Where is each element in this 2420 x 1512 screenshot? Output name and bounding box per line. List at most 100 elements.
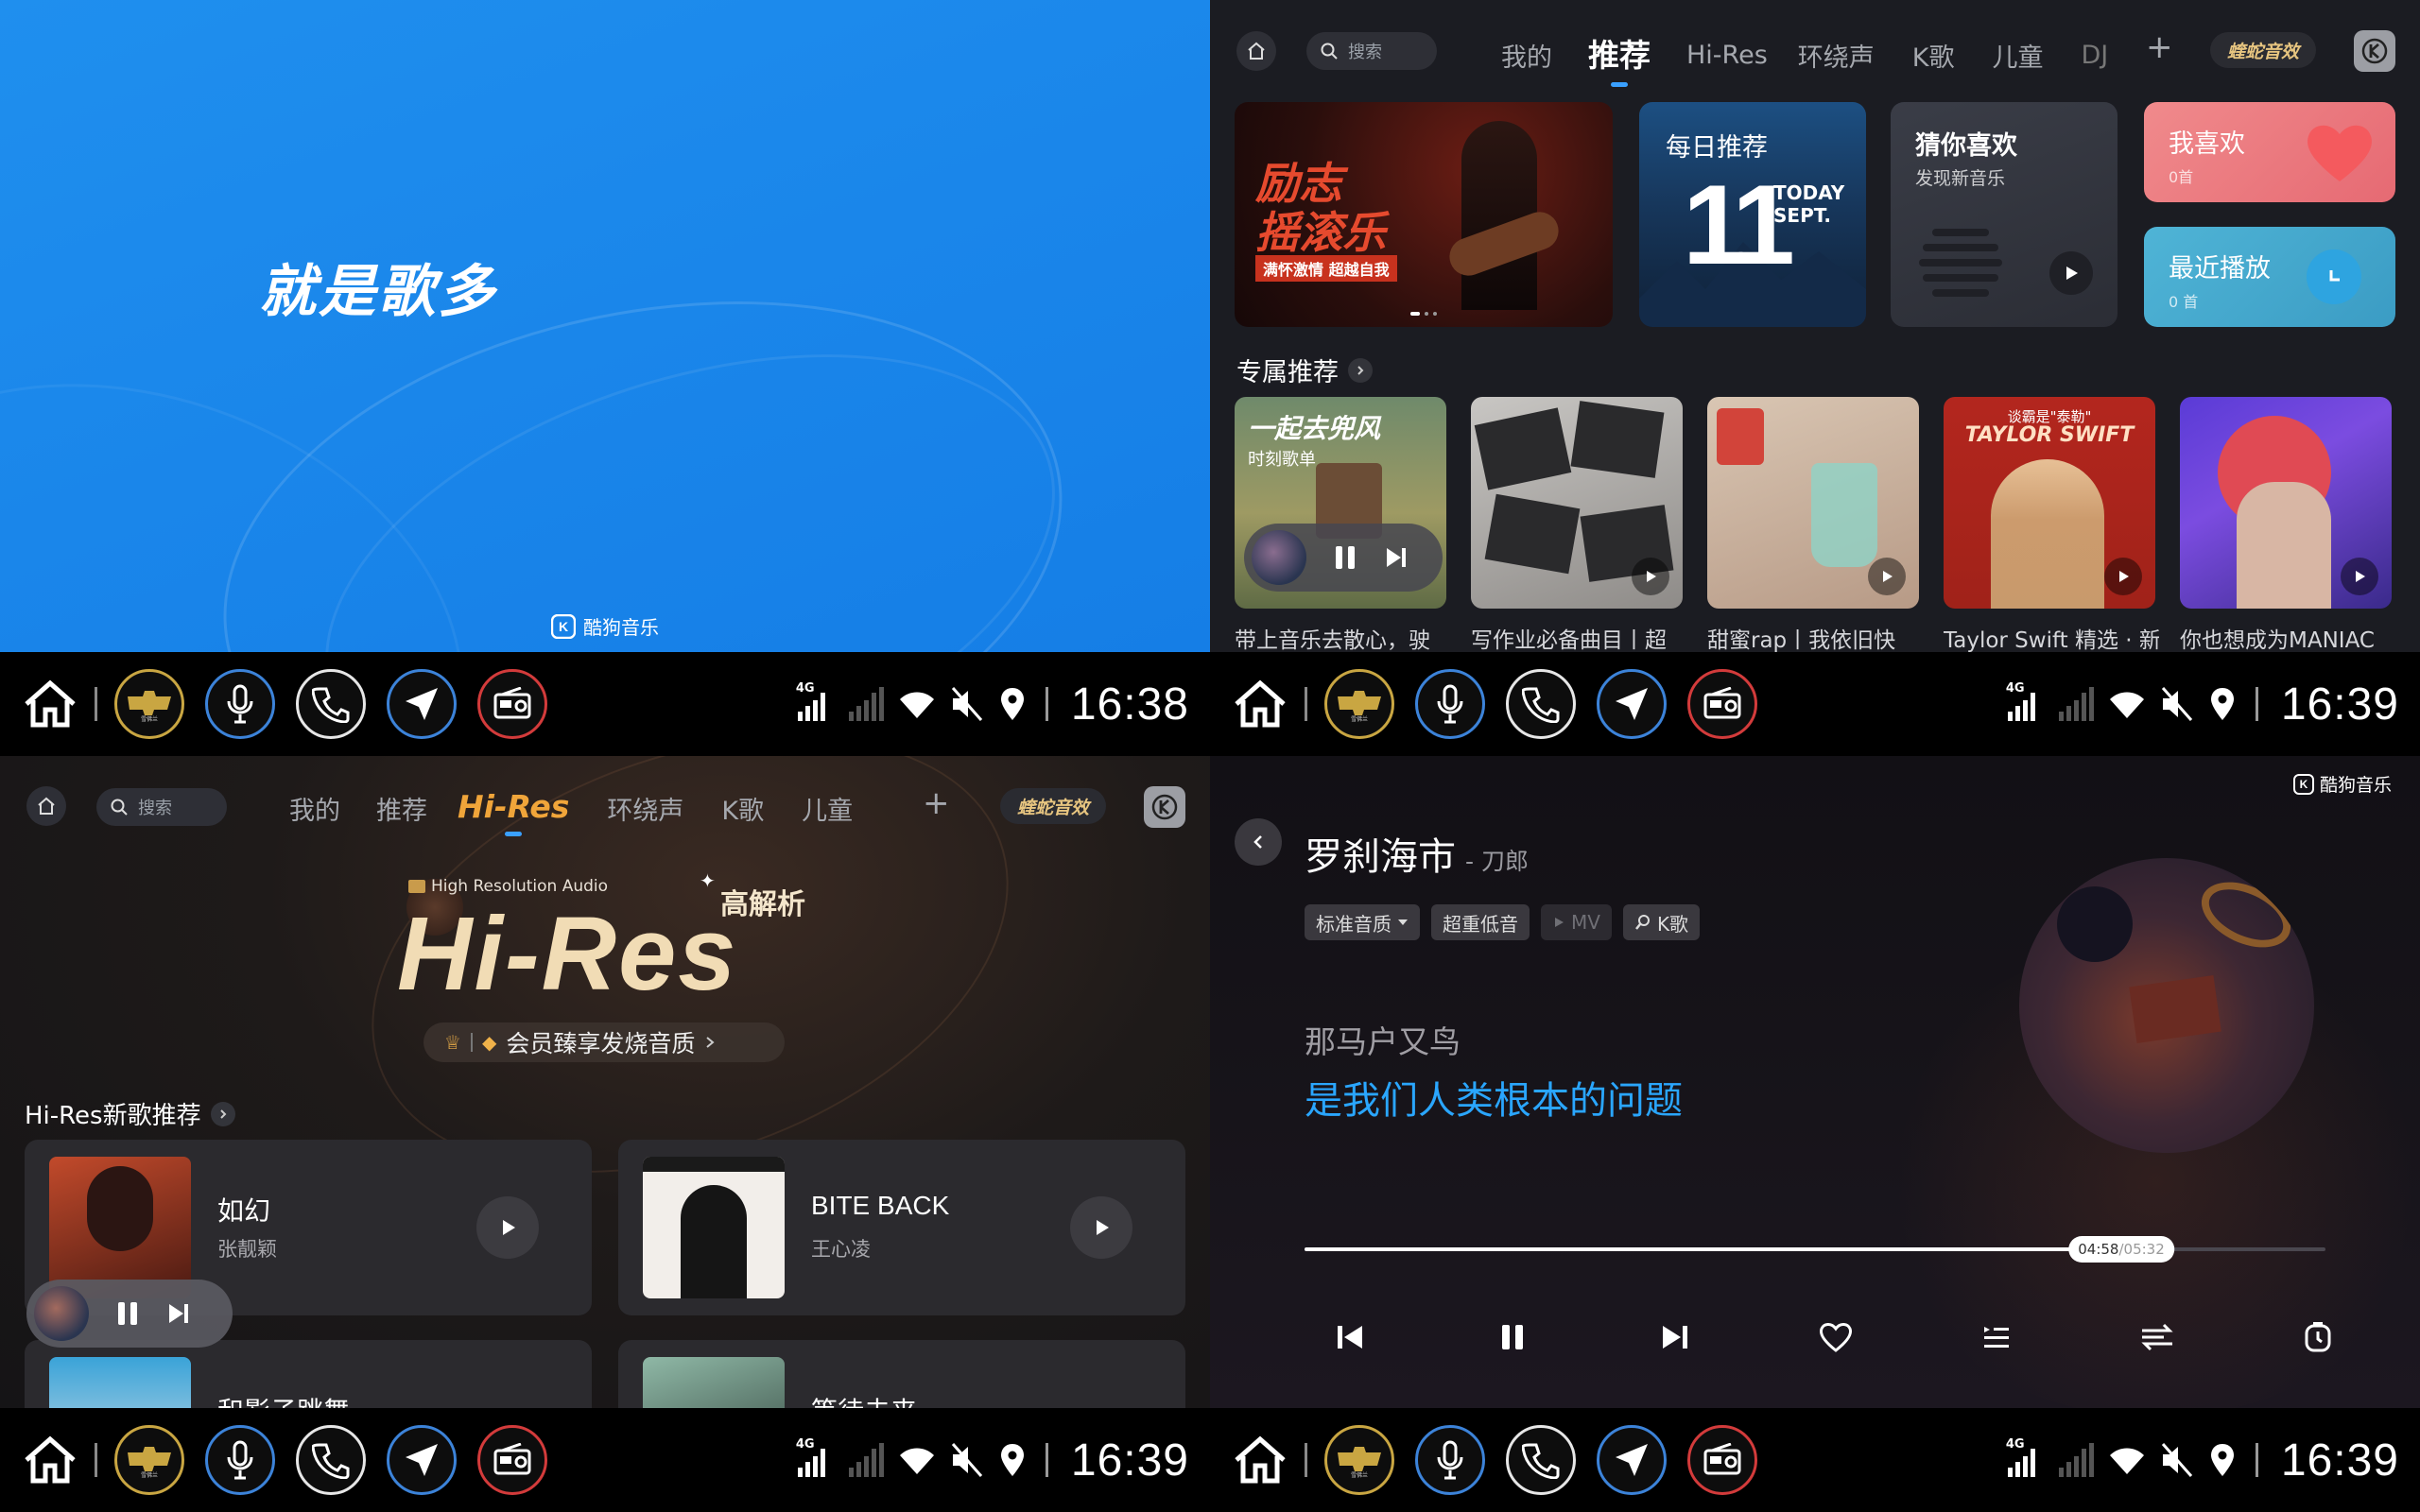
previous-button[interactable] <box>1322 1309 1378 1366</box>
search-input[interactable]: 搜索 <box>1306 32 1437 70</box>
navigation-button[interactable] <box>1597 1425 1667 1495</box>
song-play-button[interactable] <box>476 1196 539 1259</box>
kugou-logo-icon <box>1151 794 1178 820</box>
mychevy-button[interactable]: 雪佛兰 <box>114 669 184 739</box>
progress-thumb[interactable]: 04:58 /05:32 <box>2068 1236 2174 1263</box>
bass-boost-button[interactable]: 超重低音 <box>1431 904 1530 940</box>
playlist-caption[interactable]: 甜蜜rap丨我依旧快 <box>1707 622 1923 652</box>
playlist-cover-5[interactable] <box>2180 397 2392 609</box>
mv-button[interactable]: MV <box>1541 904 1612 940</box>
navigation-button[interactable] <box>387 1425 457 1495</box>
playlist-button[interactable] <box>1968 1309 2025 1366</box>
back-button[interactable] <box>1235 818 1282 866</box>
home-button[interactable] <box>26 786 66 826</box>
mini-player-art[interactable] <box>1252 530 1306 585</box>
tab-kids[interactable]: 儿童 <box>802 790 853 827</box>
tab-dj[interactable]: DJ <box>2082 41 2106 70</box>
like-button[interactable] <box>1807 1309 1864 1366</box>
playlist-caption[interactable]: 你也想成为MANIAC <box>2180 622 2397 652</box>
recent-play-card[interactable]: 最近播放 0 首 <box>2144 227 2395 327</box>
kugou-k-button[interactable] <box>1144 786 1185 828</box>
guess-you-like-card[interactable]: 猜你喜欢 发现新音乐 <box>1891 102 2118 327</box>
add-tab-icon[interactable]: + <box>2146 28 2173 66</box>
playlist-play-button[interactable] <box>1868 558 1906 595</box>
next-button[interactable] <box>1647 1309 1703 1366</box>
tab-karaoke[interactable]: K歌 <box>1912 37 1955 74</box>
pause-icon[interactable] <box>1333 544 1357 571</box>
vip-banner[interactable]: ♕ ◆ 会员臻享发烧音质 <box>424 1022 785 1062</box>
tab-recommend[interactable]: 推荐 <box>1588 30 1651 87</box>
screen: 就是歌多 K 酷狗音乐 搜索 我的 推荐 Hi-Res 环绕声 K歌 儿童 DJ… <box>0 0 2420 1512</box>
radio-button[interactable] <box>1687 669 1757 739</box>
tab-hires[interactable]: Hi-Res <box>1686 41 1768 70</box>
voice-button[interactable] <box>205 1425 275 1495</box>
mychevy-button[interactable]: 雪佛兰 <box>1324 669 1394 739</box>
song-card[interactable]: BITE BACK 王心凌 <box>618 1140 1185 1315</box>
viper-effect-button[interactable]: 蝰蛇音效 <box>2210 32 2317 68</box>
navigation-button[interactable] <box>1597 669 1667 739</box>
home-button[interactable] <box>21 1431 79 1489</box>
mini-player-art[interactable] <box>34 1286 89 1341</box>
playlist-play-button[interactable] <box>1632 558 1669 595</box>
phone-button[interactable] <box>296 669 366 739</box>
radio-button[interactable] <box>1687 1425 1757 1495</box>
mute-icon <box>951 1443 982 1477</box>
home-button[interactable] <box>1231 1431 1289 1489</box>
guess-play-button[interactable] <box>2049 251 2093 295</box>
quality-select[interactable]: 标准音质 <box>1305 904 1420 940</box>
playlist-cover-2[interactable] <box>1471 397 1683 609</box>
mychevy-button[interactable]: 雪佛兰 <box>1324 1425 1394 1495</box>
navigation-button[interactable] <box>387 669 457 739</box>
tab-hires[interactable]: Hi-Res <box>458 788 569 836</box>
favorites-card[interactable]: 我喜欢 0首 <box>2144 102 2395 202</box>
radio-button[interactable] <box>477 1425 547 1495</box>
mychevy-button[interactable]: 雪佛兰 <box>114 1425 184 1495</box>
tab-recommend[interactable]: 推荐 <box>376 790 427 827</box>
playlist-caption[interactable]: 带上音乐去散心，驶 <box>1235 622 1450 652</box>
search-input[interactable]: 搜索 <box>96 788 227 826</box>
viper-effect-button[interactable]: 蝰蛇音效 <box>1000 788 1107 824</box>
progress-track[interactable]: 04:58 /05:32 <box>1305 1236 2325 1263</box>
banner-card[interactable]: 励志 摇滚乐 满怀激情 超越自我 <box>1235 102 1613 327</box>
tab-kids[interactable]: 儿童 <box>1993 37 2044 74</box>
song-play-button[interactable] <box>1070 1196 1132 1259</box>
daily-recommend-card[interactable]: 每日推荐 11 TODAY SEPT. <box>1639 102 1866 327</box>
song-artist: 王心凌 <box>811 1238 871 1261</box>
next-icon[interactable] <box>166 1301 191 1326</box>
radio-button[interactable] <box>477 669 547 739</box>
voice-button[interactable] <box>1415 1425 1485 1495</box>
song-card[interactable]: 等待未来 <box>618 1340 1185 1408</box>
karaoke-button[interactable]: K歌 <box>1622 904 1701 940</box>
phone-icon <box>312 687 350 723</box>
phone-button[interactable] <box>296 1425 366 1495</box>
home-button[interactable] <box>21 675 79 733</box>
tab-surround[interactable]: 环绕声 <box>1798 37 1875 74</box>
tab-karaoke[interactable]: K歌 <box>721 790 764 827</box>
home-button[interactable] <box>1236 31 1276 71</box>
section-header[interactable]: Hi-Res新歌推荐 <box>25 1096 235 1131</box>
pause-button[interactable] <box>1484 1309 1541 1366</box>
playlist-play-button[interactable] <box>2104 558 2142 595</box>
pause-icon[interactable] <box>115 1300 140 1327</box>
tab-mine[interactable]: 我的 <box>289 790 340 827</box>
section-header[interactable]: 专属推荐 <box>1236 352 1373 388</box>
add-tab-icon[interactable]: + <box>923 784 950 822</box>
phone-button[interactable] <box>1506 669 1576 739</box>
play-icon <box>2356 571 2365 582</box>
voice-button[interactable] <box>1415 669 1485 739</box>
play-mode-button[interactable] <box>2129 1309 2186 1366</box>
next-icon[interactable] <box>1384 545 1409 570</box>
tab-surround[interactable]: 环绕声 <box>607 790 683 827</box>
song-card[interactable]: 和影子跳舞 <box>25 1340 592 1408</box>
playlist-caption[interactable]: 写作业必备曲目丨超 <box>1471 622 1686 652</box>
playlist-play-button[interactable] <box>2341 558 2378 595</box>
voice-button[interactable] <box>205 669 275 739</box>
phone-button[interactable] <box>1506 1425 1576 1495</box>
kugou-k-button[interactable] <box>2354 30 2395 72</box>
sleep-timer-button[interactable] <box>2290 1309 2346 1366</box>
tab-mine[interactable]: 我的 <box>1501 37 1552 74</box>
playlist-caption[interactable]: Taylor Swift 精选 · 新 <box>1944 622 2159 652</box>
home-button[interactable] <box>1231 675 1289 733</box>
playlist-cover-4[interactable]: 谈霸是"泰勒" TAYLOR SWIFT <box>1944 397 2155 609</box>
playlist-cover-3[interactable] <box>1707 397 1919 609</box>
